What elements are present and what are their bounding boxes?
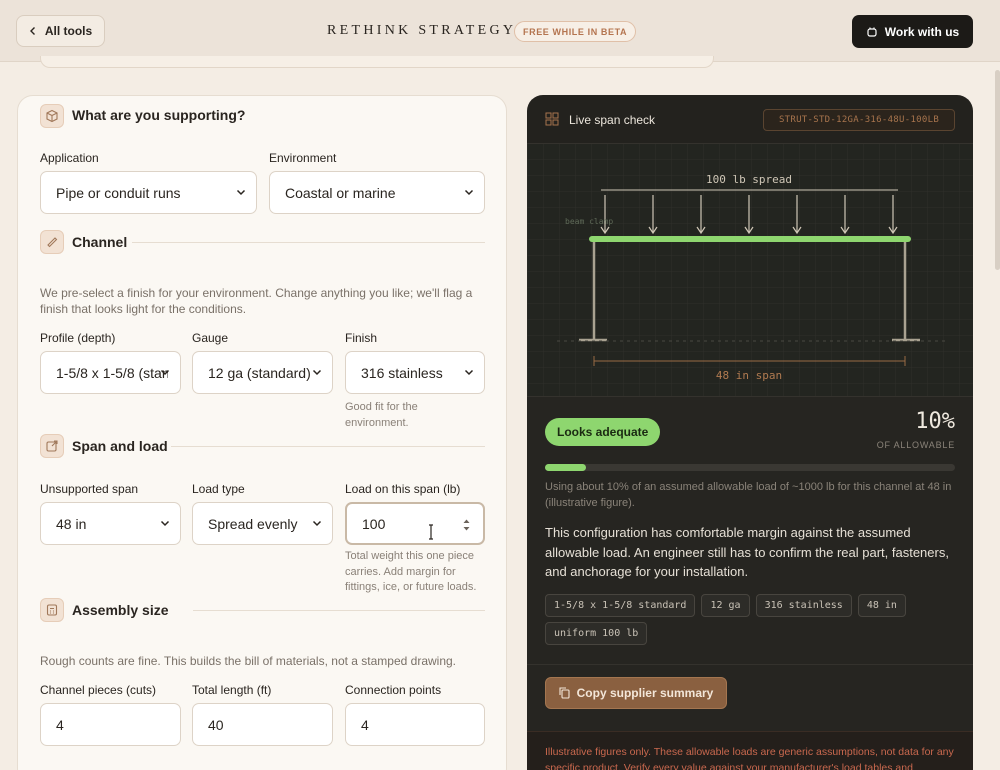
config-chips: 1-5/8 x 1-5/8 standard 12 ga 316 stainless…: [545, 594, 957, 645]
section-divider: [171, 446, 485, 447]
pieces-input[interactable]: 4: [40, 703, 181, 746]
gauge-label: Gauge: [192, 331, 229, 345]
finish-select[interactable]: 316 stainless: [345, 351, 485, 394]
chevron-down-icon: [312, 369, 322, 376]
application-value: Pipe or conduit runs: [56, 184, 181, 201]
length-label: Total length (ft): [192, 683, 272, 697]
top-bar: All tools RETHINK STRATEGY FREE WHILE IN…: [0, 0, 1000, 62]
live-span-title: Live span check: [569, 113, 656, 127]
section-divider: [132, 242, 485, 243]
work-with-us-label: Work with us: [884, 24, 960, 39]
chevron-down-icon: [160, 369, 170, 376]
chevron-down-icon: [160, 520, 170, 527]
profile-select[interactable]: 1-5/8 x 1-5/8 (standard): [40, 351, 181, 394]
external-link-icon: [40, 434, 64, 458]
assembly-description: Rough counts are fine. This builds the b…: [40, 654, 457, 668]
gauge-select[interactable]: 12 ga (standard): [192, 351, 333, 394]
span-value: 48 in: [56, 515, 87, 532]
all-tools-label: All tools: [44, 24, 93, 38]
ruler-icon: [40, 230, 64, 254]
section-title-assembly: Assembly size: [72, 602, 169, 618]
summary-text: This configuration has comfortable margi…: [545, 525, 949, 579]
span-diagram: 100 lb spread beam clamp 48 in span: [527, 143, 973, 396]
load-helper: Total weight this one piece carries. Add…: [345, 550, 477, 593]
text-cursor-icon: [429, 524, 433, 540]
load-type-label: Load type: [192, 482, 245, 496]
finish-value: 316 stainless: [361, 364, 443, 381]
length-input[interactable]: 40: [192, 703, 333, 746]
config-chip: 12 ga: [701, 594, 750, 617]
pieces-label: Channel pieces (cuts): [40, 683, 157, 697]
percent-allowable: 10%: [915, 409, 955, 434]
connections-label: Connection points: [345, 683, 442, 697]
chevron-down-icon: [236, 189, 246, 196]
cube-icon: [40, 104, 64, 128]
profile-value: 1-5/8 x 1-5/8 (standard): [56, 364, 168, 381]
beta-badge: FREE WHILE IN BETA: [514, 21, 637, 42]
gauge-value: 12 ga (standard): [208, 364, 311, 381]
load-type-select[interactable]: Spread evenly: [192, 502, 333, 545]
beam-clamp-label: beam clamp: [565, 217, 613, 226]
brand-title: RETHINK STRATEGY: [327, 23, 517, 38]
allowable-note: Using about 10% of an assumed allowable …: [545, 481, 952, 509]
pieces-value: 4: [56, 716, 64, 733]
channel-beam: [589, 236, 911, 242]
profile-label: Profile (depth): [40, 331, 116, 345]
finish-helper: Good fit for the environment.: [345, 401, 418, 429]
config-chip: uniform 100 lb: [545, 622, 648, 645]
chevron-down-icon: [464, 369, 474, 376]
load-type-value: Spread evenly: [208, 515, 298, 532]
disclaimer-text: Illustrative figures only. These allowab…: [545, 746, 954, 770]
number-spinner-icon[interactable]: [462, 517, 471, 533]
config-chip: 316 stainless: [755, 594, 852, 617]
handshake-icon: [867, 27, 877, 37]
span-dimension-label: 48 in span: [716, 369, 782, 382]
percent-allowable-caption: OF ALLOWABLE: [876, 440, 955, 450]
load-input[interactable]: 100: [345, 502, 485, 545]
length-value: 40: [208, 716, 224, 733]
environment-label: Environment: [269, 151, 337, 165]
load-label: Load on this span (lb): [345, 482, 461, 496]
section-title-channel: Channel: [72, 234, 128, 250]
allowable-progress-bar: [545, 464, 955, 471]
environment-value: Coastal or marine: [285, 184, 396, 201]
chevron-down-icon: [464, 189, 474, 196]
copy-icon: [559, 687, 570, 699]
copy-supplier-summary-button[interactable]: Copy supplier summary: [545, 677, 727, 709]
copy-section: Copy supplier summary: [527, 664, 973, 731]
load-spread-label: 100 lb spread: [706, 173, 792, 186]
allowable-progress-fill: [545, 464, 586, 471]
span-label: Unsupported span: [40, 482, 139, 496]
work-with-us-button[interactable]: Work with us: [852, 15, 973, 48]
connections-value: 4: [361, 716, 369, 733]
status-badge: Looks adequate: [545, 418, 661, 446]
span-select[interactable]: 48 in: [40, 502, 181, 545]
config-chip: 48 in: [857, 594, 906, 617]
live-span-panel: Live span check STRUT-STD-12GA-316-48U-1…: [527, 95, 973, 770]
application-label: Application: [40, 151, 99, 165]
grid-icon: [545, 112, 559, 126]
load-value: 100: [362, 515, 386, 532]
config-chip: 1-5/8 x 1-5/8 standard: [545, 594, 696, 617]
finish-label: Finish: [345, 331, 378, 345]
result-section: Looks adequate 10% OF ALLOWABLE Using ab…: [527, 396, 973, 664]
copy-supplier-summary-label: Copy supplier summary: [576, 686, 714, 700]
previous-card-edge: [40, 56, 714, 68]
page-scrollbar[interactable]: [995, 70, 1000, 270]
all-tools-button[interactable]: All tools: [16, 15, 105, 47]
connections-input[interactable]: 4: [345, 703, 485, 746]
application-select[interactable]: Pipe or conduit runs: [40, 171, 257, 214]
config-code-badge: STRUT-STD-12GA-316-48U-100LB: [763, 109, 955, 131]
section-title-supporting: What are you supporting?: [72, 107, 246, 123]
chevron-down-icon: [312, 520, 322, 527]
channel-description: We pre-select a finish for your environm…: [40, 286, 473, 316]
section-title-span-load: Span and load: [72, 438, 168, 454]
calculator-icon: [40, 598, 64, 622]
config-form-card: What are you supporting? Application Pip…: [17, 95, 507, 770]
environment-select[interactable]: Coastal or marine: [269, 171, 485, 214]
section-divider: [193, 610, 485, 611]
disclaimer-section: Illustrative figures only. These allowab…: [527, 731, 973, 770]
chevron-left-icon: [29, 27, 35, 35]
